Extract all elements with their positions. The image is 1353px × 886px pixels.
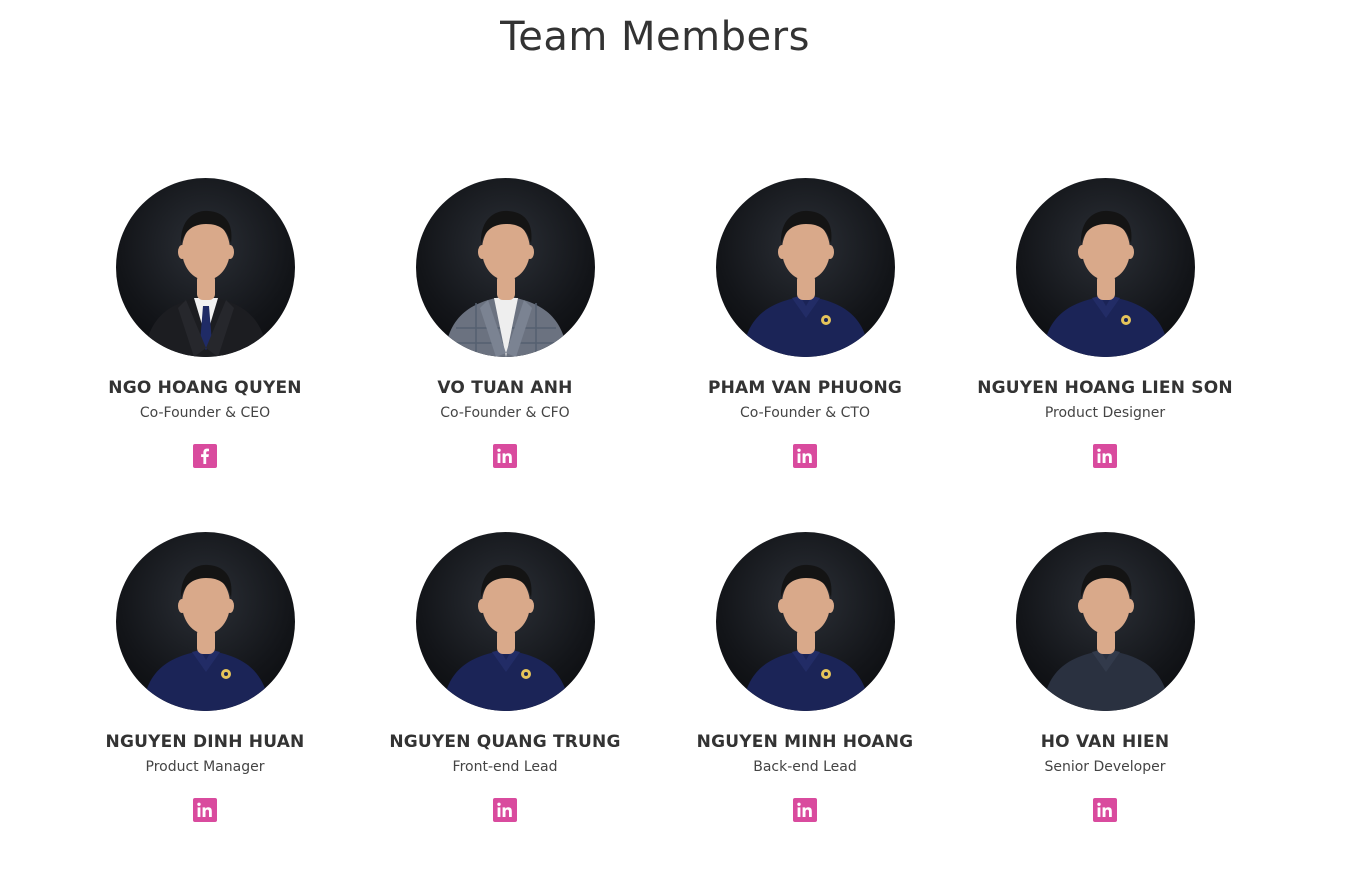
linkedin-link[interactable] [193,798,217,822]
member-name: NGO HOANG QUYEN [108,378,302,398]
team-member-card: HO VAN HIEN Senior Developer [955,532,1255,886]
member-photo [1016,532,1195,711]
member-photo [1016,178,1195,357]
member-role: Product Manager [145,759,265,775]
linkedin-link[interactable] [793,444,817,468]
member-role: Back-end Lead [753,759,857,775]
member-role: Co-Founder & CFO [440,405,570,421]
member-photo [416,532,595,711]
member-role: Front-end Lead [452,759,558,775]
team-member-card: NGUYEN MINH HOANG Back-end Lead [655,532,955,886]
member-name: NGUYEN MINH HOANG [696,732,914,752]
member-name: VO TUAN ANH [437,378,573,398]
member-photo [116,532,295,711]
member-role: Co-Founder & CEO [139,405,271,421]
member-role: Co-Founder & CTO [740,405,870,421]
member-name: PHAM VAN PHUONG [707,378,903,398]
member-photo [116,178,295,357]
linkedin-link[interactable] [1093,444,1117,468]
facebook-link[interactable] [193,444,217,468]
member-name: NGUYEN HOANG LIEN SON [977,378,1233,398]
member-photo [416,178,595,357]
linkedin-link[interactable] [493,798,517,822]
page-title: Team Members [500,14,810,60]
linkedin-link[interactable] [1093,798,1117,822]
linkedin-icon [1093,444,1117,468]
linkedin-icon [793,798,817,822]
member-name: HO VAN HIEN [1040,732,1170,752]
member-name: NGUYEN QUANG TRUNG [389,732,621,752]
team-member-card: NGUYEN DINH HUAN Product Manager [55,532,355,886]
team-member-card: NGO HOANG QUYEN Co-Founder & CEO [55,178,355,532]
team-grid: NGO HOANG QUYEN Co-Founder & CEO VO TUAN… [55,178,1255,886]
member-photo [716,178,895,357]
team-member-card: NGUYEN HOANG LIEN SON Product Designer [955,178,1255,532]
member-role: Senior Developer [1044,759,1166,775]
member-name: NGUYEN DINH HUAN [105,732,305,752]
team-member-card: VO TUAN ANH Co-Founder & CFO [355,178,655,532]
linkedin-link[interactable] [793,798,817,822]
team-member-card: NGUYEN QUANG TRUNG Front-end Lead [355,532,655,886]
linkedin-icon [1093,798,1117,822]
member-role: Product Designer [1044,405,1166,421]
linkedin-icon [793,444,817,468]
linkedin-icon [493,444,517,468]
member-photo [716,532,895,711]
linkedin-icon [193,798,217,822]
team-member-card: PHAM VAN PHUONG Co-Founder & CTO [655,178,955,532]
linkedin-icon [493,798,517,822]
linkedin-link[interactable] [493,444,517,468]
facebook-icon [193,444,217,468]
